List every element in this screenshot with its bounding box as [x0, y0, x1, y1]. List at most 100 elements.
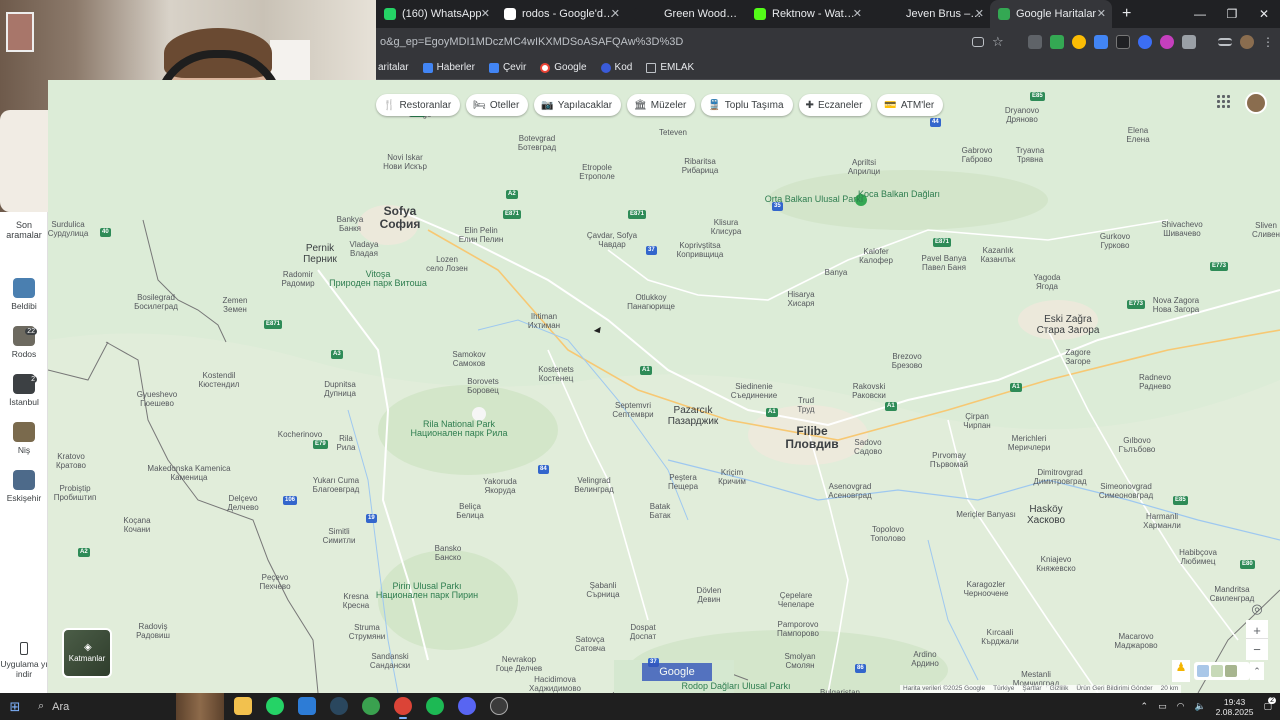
- map-place-label[interactable]: Habibçova Любимец: [1179, 548, 1217, 566]
- map-place-label[interactable]: Hasköy Хасково: [1027, 504, 1065, 526]
- zoom-out-button[interactable]: −: [1246, 638, 1268, 660]
- close-icon[interactable]: ✕: [481, 7, 490, 20]
- whatsapp-icon[interactable]: [266, 697, 284, 715]
- map-place-label[interactable]: Kırcaali Кърджали: [981, 628, 1019, 646]
- map-place-label[interactable]: Etropole Етрополе: [579, 163, 615, 181]
- map-place-label[interactable]: Radomir Радомир: [281, 270, 314, 288]
- close-icon[interactable]: ✕: [1097, 7, 1106, 20]
- extension-icon[interactable]: [1116, 35, 1130, 49]
- close-icon[interactable]: ✕: [975, 7, 984, 20]
- chip-transit[interactable]: 🚆 Toplu Taşıma: [701, 94, 793, 116]
- store-icon[interactable]: [298, 697, 316, 715]
- map-place-label[interactable]: Apriltsi Априлци: [848, 158, 880, 176]
- map-place-label[interactable]: Pırvomay Първомай: [930, 451, 968, 469]
- map-place-label[interactable]: Bosilegrad Босилеград: [134, 293, 178, 311]
- bookmark-maps[interactable]: aritalar: [378, 62, 409, 73]
- recent-item-istanbul[interactable]: 2 İstanbul: [0, 374, 48, 407]
- wifi-icon[interactable]: ◠: [1177, 701, 1185, 712]
- map-place-label[interactable]: Pavel Banya Павел Баня: [922, 254, 967, 272]
- my-location-icon[interactable]: ◎: [1246, 598, 1268, 620]
- extension-icon[interactable]: [1138, 35, 1152, 49]
- map-place-label[interactable]: Kostenets Костенец: [538, 365, 574, 383]
- expand-icon[interactable]: ⌃: [1250, 662, 1264, 680]
- cast-icon[interactable]: [972, 37, 984, 47]
- map-place-label[interactable]: Ardino Ардино: [911, 650, 939, 668]
- imagery-preview-strip[interactable]: [1194, 662, 1250, 680]
- map-place-label[interactable]: Septemvri Септември: [612, 401, 653, 419]
- map-place-label[interactable]: Pernik Перник: [303, 243, 337, 265]
- close-window-icon[interactable]: ✕: [1248, 7, 1280, 21]
- get-app-button[interactable]: Uygulama yı indir: [0, 642, 48, 679]
- map-place-label[interactable]: Topolovo Тополово: [870, 525, 905, 543]
- minimize-icon[interactable]: —: [1184, 7, 1216, 21]
- map-place-label[interactable]: Koca Balkan Dağları: [858, 190, 940, 199]
- map-place-label[interactable]: Bankya Банкя: [337, 215, 364, 233]
- map-place-label[interactable]: Eski Zağra Стара Загора: [1037, 314, 1100, 336]
- media-icon[interactable]: [1218, 38, 1232, 46]
- preview-thumb[interactable]: [1211, 665, 1223, 677]
- map-place-label[interactable]: Karagozler Черноочене: [964, 580, 1009, 598]
- map-place-label[interactable]: Dupnitsa Дупница: [324, 380, 356, 398]
- map-place-label[interactable]: Şabanli Сърница: [586, 581, 619, 599]
- steam-icon[interactable]: [330, 697, 348, 715]
- map-place-label[interactable]: Siedinenie Съединение: [731, 382, 777, 400]
- map-place-label[interactable]: Elin Pelin Елин Пелин: [459, 226, 504, 244]
- bookmark-news[interactable]: Haberler: [422, 62, 475, 73]
- map-place-label[interactable]: Radnevo Раднево: [1139, 373, 1171, 391]
- google-apps-icon[interactable]: [1217, 95, 1231, 109]
- recent-item-nis[interactable]: Niş: [0, 422, 48, 455]
- account-avatar[interactable]: [1245, 92, 1267, 114]
- discord-icon[interactable]: [458, 697, 476, 715]
- map-place-label[interactable]: Zagore Загоре: [1065, 348, 1090, 366]
- map-place-label[interactable]: Trud Труд: [797, 396, 814, 414]
- clock[interactable]: 19:43 2.08.2025: [1216, 697, 1254, 717]
- map-place-label[interactable]: Gurkovo Гурково: [1100, 232, 1130, 250]
- map-place-label[interactable]: Dimitrovgrad Димитровград: [1033, 468, 1086, 486]
- map-place-label[interactable]: Smolyan Смолян: [784, 652, 815, 670]
- map-place-label[interactable]: Tryavna Трявна: [1016, 146, 1045, 164]
- map-place-label[interactable]: Yukarı Cuma Благоевград: [313, 476, 360, 494]
- map-place-label[interactable]: Macarovo Маджарово: [1114, 632, 1157, 650]
- map-place-label[interactable]: Banya: [825, 268, 848, 277]
- map-place-label[interactable]: Hisarya Хисаря: [787, 290, 814, 308]
- bookmark-kod[interactable]: Kod: [600, 62, 632, 73]
- map-place-label[interactable]: Ribaritsa Рибарица: [682, 157, 719, 175]
- tab-green-wood[interactable]: Green Wood 50ML: [626, 0, 746, 28]
- map-place-label[interactable]: Merichleri Меричлери: [1008, 434, 1050, 452]
- chrome-icon[interactable]: [394, 697, 412, 719]
- map-place-label[interactable]: Rila National Park Национален парк Рила: [410, 420, 507, 438]
- network-icon[interactable]: ▭: [1158, 701, 1167, 712]
- chip-restaurants[interactable]: 🍴 Restoranlar: [376, 94, 461, 116]
- map-place-label[interactable]: Sofya София: [380, 205, 421, 231]
- map-place-label[interactable]: Rakovski Раковски: [852, 382, 886, 400]
- map-place-label[interactable]: Bansko Банско: [435, 544, 462, 562]
- file-explorer-icon[interactable]: [234, 697, 252, 715]
- map-place-label[interactable]: Koçana Кочани: [123, 516, 150, 534]
- map-place-label[interactable]: Kresna Кресна: [343, 592, 369, 610]
- recent-item-beldibi[interactable]: Beldibi: [0, 278, 48, 311]
- map-place-label[interactable]: Elena Елена: [1126, 126, 1149, 144]
- bookmark-translate[interactable]: Çevir: [488, 62, 526, 73]
- map-place-label[interactable]: Sandanski Сандански: [370, 652, 410, 670]
- bookmark-google[interactable]: Google: [540, 62, 587, 73]
- tab-google-maps[interactable]: Google Haritalar ✕: [990, 0, 1112, 28]
- extension-icon[interactable]: [1072, 35, 1086, 49]
- recent-item-eskisehir[interactable]: Eskişehir: [0, 470, 48, 503]
- preview-thumb[interactable]: [1225, 665, 1237, 677]
- map-place-label[interactable]: Çepelare Чепеларе: [778, 591, 814, 609]
- map-place-label[interactable]: Beliça Белица: [456, 502, 484, 520]
- map-place-label[interactable]: Peçevo Пехчево: [259, 573, 290, 591]
- map-place-label[interactable]: Shivachevo Шивачево: [1161, 220, 1202, 238]
- chip-things-to-do[interactable]: 📷 Yapılacaklar: [534, 94, 622, 116]
- map-place-label[interactable]: Çavdar, Sofya Чавдар: [587, 231, 637, 249]
- map-place-label[interactable]: Pamporovo Пампорово: [777, 620, 819, 638]
- map-place-label[interactable]: Borovets Боровец: [467, 377, 499, 395]
- chip-atms[interactable]: 💳 ATM'ler: [877, 94, 944, 116]
- map-place-label[interactable]: Brezovo Брезово: [892, 352, 923, 370]
- translate-icon[interactable]: [1094, 35, 1108, 49]
- map-place-label[interactable]: Makedonska Kamenica Каменица: [147, 464, 230, 482]
- map-place-label[interactable]: Zemen Земен: [223, 296, 248, 314]
- tab-jeven-brus[interactable]: Jeven Brus – Kiss Me ✕: [868, 0, 990, 28]
- map-place-label[interactable]: Yakoruda Якоруда: [483, 477, 517, 495]
- map-place-label[interactable]: Koprivştitsa Копривщица: [677, 241, 724, 259]
